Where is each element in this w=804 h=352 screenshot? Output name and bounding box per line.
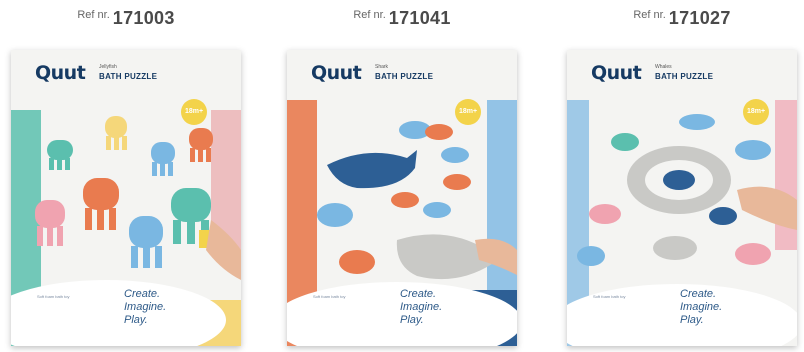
product-subline: Whales xyxy=(655,64,672,70)
product-name: BATH PUZZLE xyxy=(375,72,434,81)
tagline-line: Create. xyxy=(124,288,161,300)
ref-label: Ref nr. xyxy=(77,9,110,21)
brand-logo: Quut xyxy=(35,62,86,84)
fine-print: Soft foam bath toy xyxy=(37,294,70,299)
tagline-line: Create. xyxy=(400,288,437,300)
tagline-line: Imagine. xyxy=(124,301,167,313)
ref-header: Ref nr. 171003 xyxy=(6,8,246,29)
tagline-line: Play. xyxy=(124,314,148,326)
tagline: Create. Imagine. Play. xyxy=(124,288,166,327)
tagline-line: Create. xyxy=(680,288,717,300)
ref-label: Ref nr. xyxy=(633,9,666,21)
product-image[interactable]: Quut Whales BATH PUZZLE 18m+ Soft foam b… xyxy=(567,50,797,346)
ref-label: Ref nr. xyxy=(353,9,386,21)
tagline-line: Play. xyxy=(680,314,704,326)
product-name: BATH PUZZLE xyxy=(655,72,714,81)
product-image[interactable]: Quut Jellyfish BATH PUZZLE 18m+ Soft foa… xyxy=(11,50,241,346)
tagline-line: Play. xyxy=(400,314,424,326)
age-badge: 18m+ xyxy=(181,99,207,125)
tagline: Create. Imagine. Play. xyxy=(680,288,722,327)
brand-logo: Quut xyxy=(311,62,362,84)
tagline: Create. Imagine. Play. xyxy=(400,288,442,327)
ref-number: 171027 xyxy=(668,8,731,28)
product-image[interactable]: Quut Shark BATH PUZZLE 18m+ Soft foam ba… xyxy=(287,50,517,346)
ref-number: 171041 xyxy=(388,8,451,28)
brand-logo: Quut xyxy=(591,62,642,84)
fine-print: Soft foam bath toy xyxy=(593,294,626,299)
ref-header: Ref nr. 171041 xyxy=(282,8,522,29)
product-subline: Jellyfish xyxy=(99,64,117,70)
fine-print: Soft foam bath toy xyxy=(313,294,346,299)
tagline-line: Imagine. xyxy=(400,301,443,313)
age-badge: 18m+ xyxy=(743,99,769,125)
tagline-line: Imagine. xyxy=(680,301,723,313)
product-subline: Shark xyxy=(375,64,389,70)
ref-header: Ref nr. 171027 xyxy=(562,8,802,29)
age-badge: 18m+ xyxy=(455,99,481,125)
ref-number: 171003 xyxy=(112,8,175,28)
product-name: BATH PUZZLE xyxy=(99,72,158,81)
